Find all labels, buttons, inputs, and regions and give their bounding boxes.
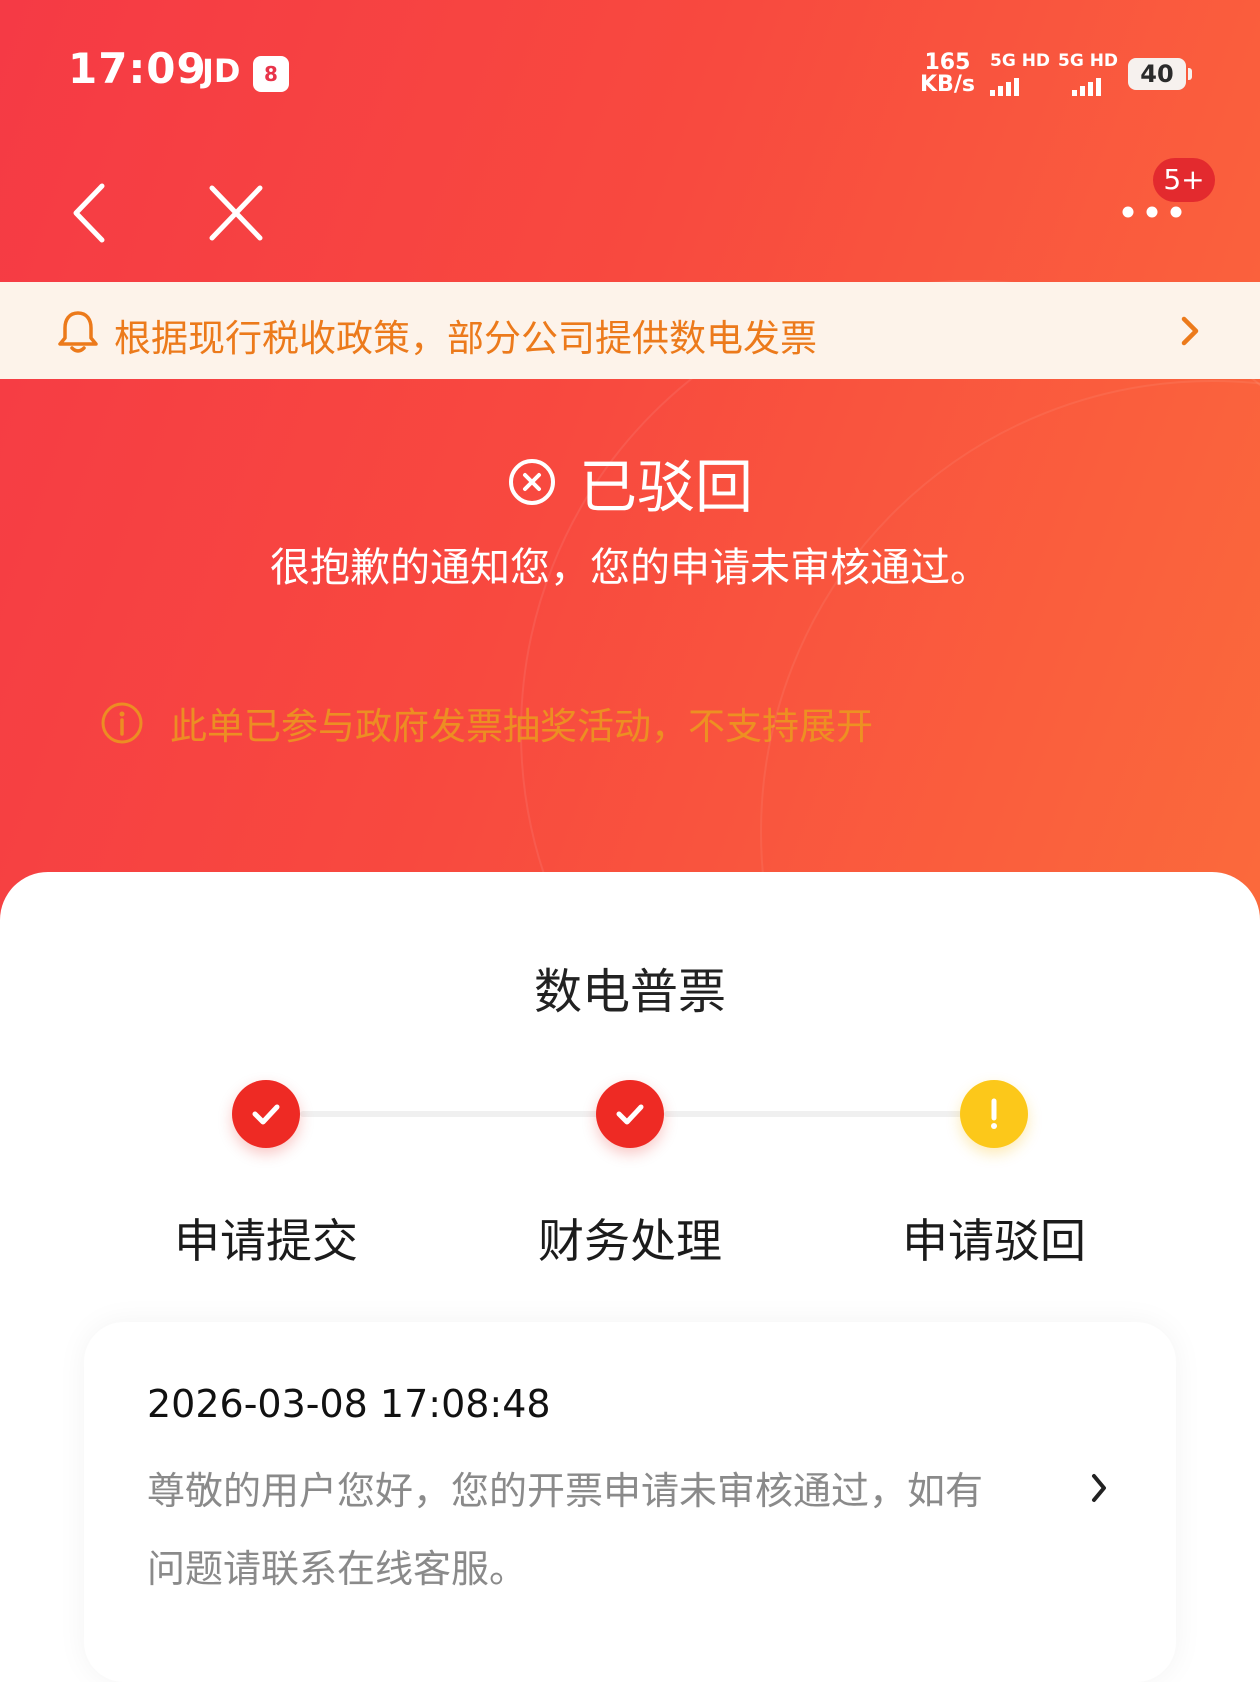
bell-icon xyxy=(58,311,98,353)
step-processed-check-icon xyxy=(596,1080,664,1148)
status-header: 已驳回 xyxy=(0,440,1260,524)
battery-icon: 40 xyxy=(1128,58,1192,90)
step-submitted-check-icon xyxy=(232,1080,300,1148)
progress-connector xyxy=(300,1111,600,1117)
notice-text: 根据现行税收政策，部分公司提供数电发票 xyxy=(114,317,817,360)
clock: 17:09 xyxy=(68,44,207,93)
back-button[interactable] xyxy=(62,178,122,248)
notification-count-badge: 5+ xyxy=(1153,158,1215,202)
network-speed-value: 165 xyxy=(924,50,971,75)
network-speed-unit: KB/s xyxy=(920,72,975,97)
close-icon xyxy=(209,185,263,241)
chevron-right-icon xyxy=(1181,316,1199,346)
status-hero: 17:09 JD 8 165 KB/s 5G HD 5G HD 40 5+ 已驳… xyxy=(0,0,1260,940)
record-message: 尊敬的用户您好，您的开票申请未审核通过，如有问题请联系在线客服。 xyxy=(147,1469,984,1591)
signal-sim2-icon: 5G HD xyxy=(1058,52,1118,96)
tax-policy-notice[interactable]: 根据现行税收政策，部分公司提供数电发票 xyxy=(0,282,1260,379)
progress-connector xyxy=(664,1111,964,1117)
step-label: 申请提交 xyxy=(174,1214,358,1268)
app-notification-icon: 8 xyxy=(253,56,289,92)
network-speed: 165 KB/s xyxy=(920,52,975,96)
status-description: 很抱歉的通知您，您的申请未审核通过。 xyxy=(270,545,990,591)
info-icon xyxy=(101,702,143,744)
sim2-label: 5G HD xyxy=(1058,51,1119,71)
carrier-label: JD xyxy=(202,52,241,90)
step-label: 财务处理 xyxy=(538,1214,722,1268)
lottery-info-text: 此单已参与政府发票抽奖活动，不支持展开 xyxy=(170,705,873,748)
lottery-info: 此单已参与政府发票抽奖活动，不支持展开 xyxy=(100,696,873,750)
chevron-left-icon xyxy=(73,183,105,243)
rejected-circle-x-icon xyxy=(508,459,555,505)
status-bar: 17:09 JD 8 165 KB/s 5G HD 5G HD 40 xyxy=(0,0,1260,140)
signal-sim1-icon: 5G HD xyxy=(990,52,1050,96)
step-label: 申请驳回 xyxy=(902,1214,1086,1268)
close-button[interactable] xyxy=(200,178,270,248)
record-timestamp: 2026-03-08 17:08:48 xyxy=(147,1382,551,1426)
step-rejected-warning-icon xyxy=(960,1080,1028,1148)
chevron-right-icon xyxy=(1092,1474,1106,1502)
status-title: 已驳回 xyxy=(578,453,753,521)
invoice-type-title: 数电普票 xyxy=(533,964,726,1020)
sim1-label: 5G HD xyxy=(990,51,1051,71)
